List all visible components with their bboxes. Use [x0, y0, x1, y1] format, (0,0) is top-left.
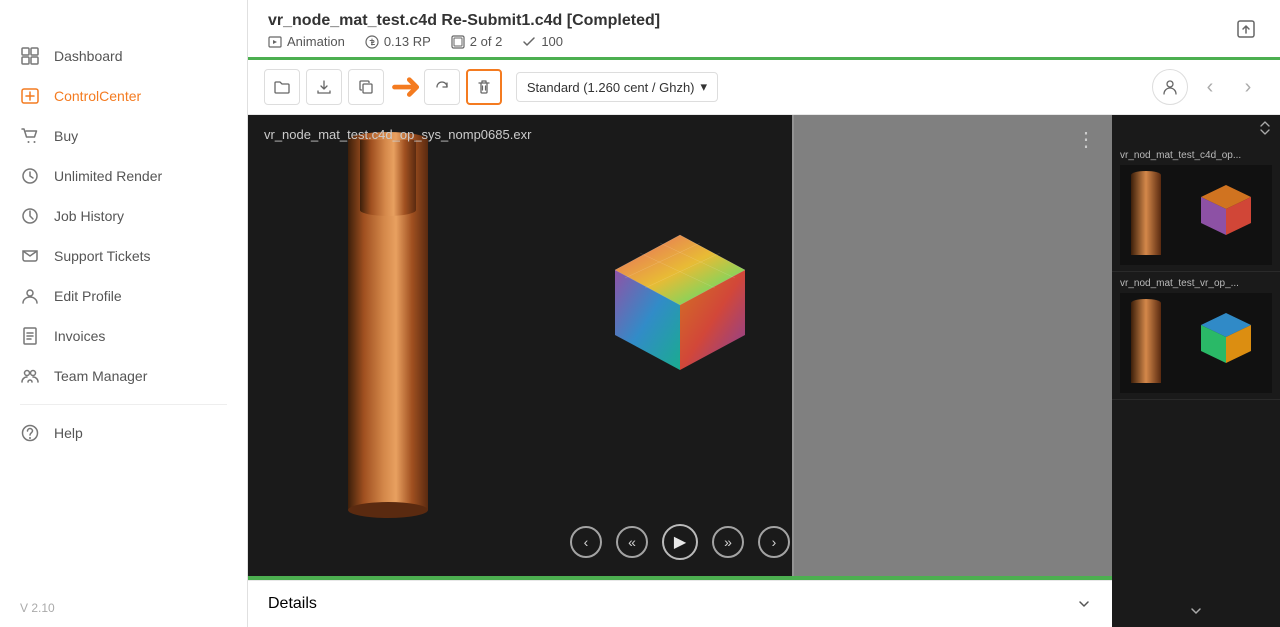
sidebar-item-team-manager[interactable]: Team Manager	[0, 356, 247, 396]
play-button[interactable]: ▶	[662, 524, 698, 560]
topbar-meta: Animation 0.13 RP 2 of 2	[268, 34, 1260, 49]
next-fast-button[interactable]: »	[712, 526, 744, 558]
topbar: vr_node_mat_test.c4d Re-Submit1.c4d [Com…	[248, 0, 1280, 60]
divider-line	[792, 115, 794, 576]
chevron-down-icon: ▾	[701, 79, 708, 95]
sidebar-item-label: Invoices	[54, 328, 105, 344]
thumbnail-image-1	[1120, 165, 1272, 265]
help-icon	[20, 423, 40, 443]
job-frames-value: 2 of 2	[470, 34, 503, 49]
toolbar: ➜ Standard (1.260 cent / Ghzh) ▾ ‹	[248, 60, 1280, 115]
details-bar[interactable]: Details	[248, 580, 1112, 627]
sidebar-item-edit-profile[interactable]: Edit Profile	[0, 276, 247, 316]
panel-expand-icon	[1188, 603, 1204, 619]
buy-icon	[20, 126, 40, 146]
support-tickets-icon	[20, 246, 40, 266]
frames-icon	[451, 35, 465, 49]
sidebar-item-label: Buy	[54, 128, 78, 144]
nav-next-button[interactable]: ›	[1232, 71, 1264, 103]
sidebar-item-help[interactable]: Help	[0, 413, 247, 453]
orange-arrow-indicator: ➜	[390, 68, 418, 106]
job-progress: 100	[522, 34, 563, 49]
sidebar-item-label: Dashboard	[54, 48, 123, 64]
thumbnail-collapse-button[interactable]	[1258, 121, 1272, 138]
sidebar-item-label: ControlCenter	[54, 88, 141, 104]
version-label: V 2.10	[0, 589, 247, 627]
edit-profile-icon	[20, 286, 40, 306]
sidebar-item-job-history[interactable]: Job History	[0, 196, 247, 236]
sidebar-item-label: Job History	[54, 208, 124, 224]
playback-controls: ‹ « ▶ » ›	[570, 524, 790, 560]
sidebar-item-dashboard[interactable]: Dashboard	[0, 36, 247, 76]
sidebar-item-label: Team Manager	[54, 368, 147, 384]
unlimited-render-icon	[20, 166, 40, 186]
controlcenter-icon	[20, 86, 40, 106]
sidebar-item-support-tickets[interactable]: Support Tickets	[0, 236, 247, 276]
job-cost-value: 0.13 RP	[384, 34, 431, 49]
job-frames: 2 of 2	[451, 34, 503, 49]
cost-icon	[365, 35, 379, 49]
folder-button[interactable]	[264, 69, 300, 105]
render-viewer: vr_node_mat_test.c4d_op_sys_nomp0685.exr…	[248, 115, 1112, 576]
sidebar-item-label: Support Tickets	[54, 248, 151, 264]
team-manager-icon	[20, 366, 40, 386]
render-scene: ‹ « ▶ » ›	[248, 115, 1112, 576]
job-type-label: Animation	[287, 34, 345, 49]
sidebar-item-unlimited-render[interactable]: Unlimited Render	[0, 156, 247, 196]
details-expand-icon	[1076, 596, 1092, 612]
cost-dropdown[interactable]: Standard (1.260 cent / Ghzh) ▾	[516, 72, 718, 102]
sidebar-item-label: Help	[54, 425, 83, 441]
user-button[interactable]	[1152, 69, 1188, 105]
sidebar: Dashboard ControlCenter Buy	[0, 0, 248, 627]
sidebar-item-invoices[interactable]: Invoices	[0, 316, 247, 356]
thumbnail-panel-bottom	[1112, 400, 1280, 627]
copper-object-left	[308, 115, 508, 576]
job-type: Animation	[268, 34, 345, 49]
viewer-container: vr_node_mat_test.c4d_op_sys_nomp0685.exr…	[248, 115, 1112, 627]
cost-dropdown-label: Standard (1.260 cent / Ghzh)	[527, 80, 695, 95]
nav-prev-button[interactable]: ‹	[1194, 71, 1226, 103]
job-title: vr_node_mat_test.c4d Re-Submit1.c4d [Com…	[268, 12, 1260, 30]
download-button[interactable]	[306, 69, 342, 105]
export-icon	[1236, 19, 1256, 39]
content-area: vr_node_mat_test.c4d_op_sys_nomp0685.exr…	[248, 115, 1280, 627]
thumbnail-item-1[interactable]: vr_nod_mat_test_c4d_op...	[1112, 144, 1280, 272]
background-right	[792, 115, 1112, 576]
resubmit-button[interactable]	[424, 69, 460, 105]
thumbnail-item-2[interactable]: vr_nod_mat_test_vr_op_...	[1112, 272, 1280, 400]
delete-button[interactable]	[466, 69, 502, 105]
animation-icon	[268, 35, 282, 49]
color-cube	[605, 230, 755, 385]
dashboard-icon	[20, 46, 40, 66]
sidebar-item-label: Edit Profile	[54, 288, 122, 304]
thumbnail-label-2: vr_nod_mat_test_vr_op_...	[1120, 278, 1272, 289]
prev-frame-button[interactable]: ‹	[570, 526, 602, 558]
sidebar-item-controlcenter[interactable]: ControlCenter	[0, 76, 247, 116]
orange-arrow-icon: ➜	[390, 68, 422, 106]
thumbnail-label-1: vr_nod_mat_test_c4d_op...	[1120, 150, 1272, 161]
render-menu-icon[interactable]: ⋮	[1076, 127, 1096, 152]
sidebar-item-buy[interactable]: Buy	[0, 116, 247, 156]
job-progress-value: 100	[541, 34, 563, 49]
sidebar-divider	[20, 404, 227, 405]
sidebar-item-label: Unlimited Render	[54, 168, 162, 184]
render-filename: vr_node_mat_test.c4d_op_sys_nomp0685.exr	[264, 127, 531, 142]
sidebar-logo	[0, 0, 247, 28]
invoices-icon	[20, 326, 40, 346]
job-history-icon	[20, 206, 40, 226]
thumbnail-image-2	[1120, 293, 1272, 393]
thumbnail-panel: vr_nod_mat_test_c4d_op...	[1112, 115, 1280, 627]
progress-icon	[522, 35, 536, 49]
copy-button[interactable]	[348, 69, 384, 105]
main-content: vr_node_mat_test.c4d Re-Submit1.c4d [Com…	[248, 0, 1280, 627]
thumbnail-header	[1112, 115, 1280, 144]
job-cost: 0.13 RP	[365, 34, 431, 49]
details-label: Details	[268, 595, 317, 613]
export-button[interactable]	[1228, 11, 1264, 47]
prev-fast-button[interactable]: «	[616, 526, 648, 558]
next-frame-button[interactable]: ›	[758, 526, 790, 558]
sidebar-nav: Dashboard ControlCenter Buy	[0, 28, 247, 589]
